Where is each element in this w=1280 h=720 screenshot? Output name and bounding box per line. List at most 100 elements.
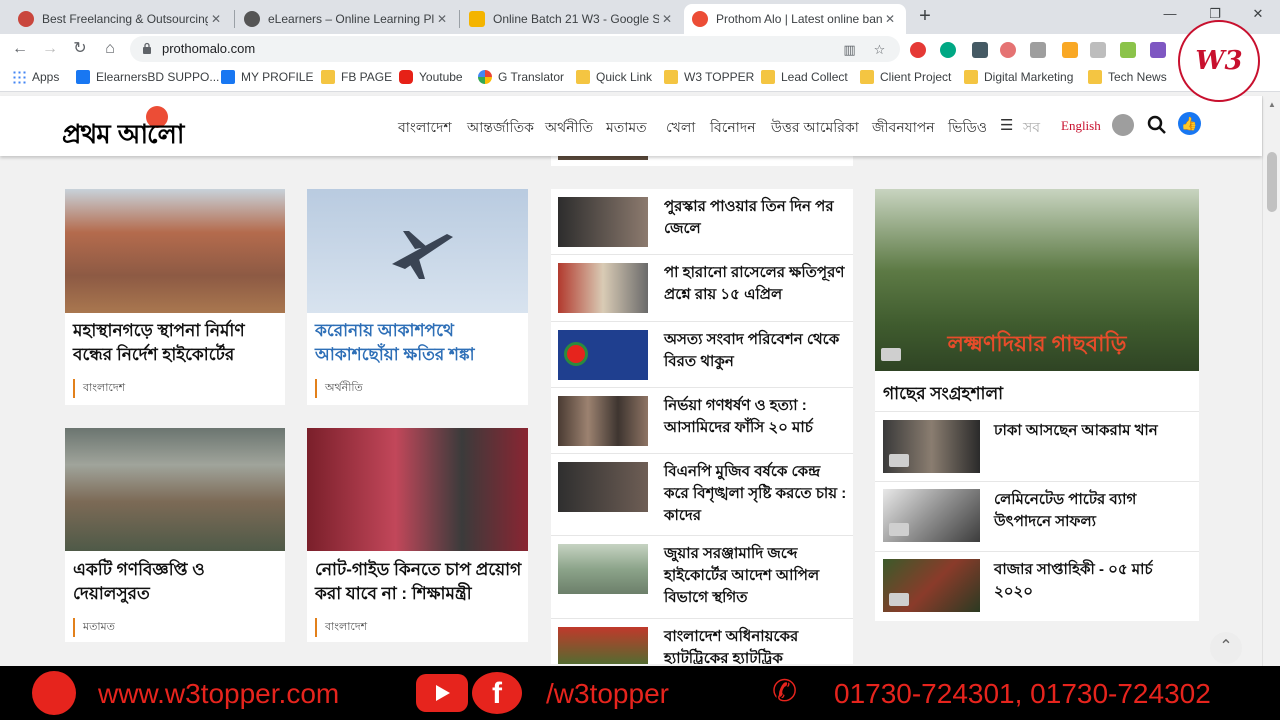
video-item-title[interactable]: লেমিনেটেড পাটের ব্যাগ উৎপাদনে সাফল্য [994, 489, 1189, 533]
browser-tab[interactable]: Online Batch 21 W3 - Google Sli ✕ [461, 4, 683, 34]
language-switch[interactable]: English [1061, 118, 1101, 134]
browser-tab-active[interactable]: Prothom Alo | Latest online bang ✕ [684, 4, 906, 34]
close-tab-icon[interactable]: ✕ [659, 12, 675, 26]
extension-icon[interactable] [940, 42, 956, 58]
facebook-icon: f [472, 672, 522, 714]
news-card[interactable]: নোট-গাইড কিনতে চাপ প্রয়োগ করা যাবে না :… [307, 428, 528, 642]
prothomalo-logo[interactable]: প্রথম আলো [62, 106, 247, 150]
bookmark-item[interactable]: G Translator [478, 70, 564, 84]
bookmark-item[interactable]: Tech News [1088, 70, 1167, 84]
nav-economy[interactable]: অর্থনীতি [545, 116, 593, 140]
bookmark-apps[interactable]: Apps [12, 70, 59, 84]
list-item-title[interactable]: জুয়ার সরঞ্জামাদি জব্দে হাইকোর্টের আদেশ … [664, 543, 849, 609]
home-icon[interactable]: ⌂ [100, 39, 120, 59]
extension-icon[interactable] [910, 42, 926, 58]
nav-international[interactable]: আন্তর্জাতিক [467, 116, 534, 140]
scrollbar-thumb[interactable] [1267, 152, 1277, 212]
bookmark-item[interactable]: Client Project [860, 70, 951, 84]
list-item[interactable]: বাংলাদেশ অধিনায়কের হ্যাটট্রিকের হ্যাটট্… [551, 619, 853, 664]
bookmark-label: W3 TOPPER [684, 70, 755, 84]
bookmark-item[interactable]: Lead Collect [761, 70, 848, 84]
list-item[interactable]: নির্ভয়া গণধর্ষণ ও হত্যা : আসামিদের ফাঁস… [551, 388, 853, 454]
bookmark-item[interactable]: Quick Link [576, 70, 652, 84]
extension-icon[interactable] [1062, 42, 1078, 58]
extension-icon[interactable] [972, 42, 988, 58]
extension-icon[interactable] [1120, 42, 1136, 58]
feature-title[interactable]: গাছের সংগ্রহশালা [883, 381, 1003, 409]
nav-bangladesh[interactable]: বাংলাদেশ [398, 116, 452, 140]
list-item-title[interactable]: বিএনপি মুজিব বর্ষকে কেন্দ্র করে বিশৃঙ্খল… [664, 461, 849, 527]
bookmark-item[interactable]: Youtube [399, 70, 463, 84]
video-list-item[interactable]: ঢাকা আসছেন আকরাম খান [875, 411, 1199, 481]
like-icon[interactable]: 👍 [1178, 112, 1201, 135]
hamburger-menu-icon[interactable]: ☰ [1000, 116, 1013, 134]
bookmark-item[interactable]: ElearnersBD SUPPO... [76, 70, 219, 84]
news-card[interactable]: করোনায় আকাশপথে আকাশছোঁয়া ক্ষতির শঙ্কা … [307, 189, 528, 405]
news-card[interactable]: মহাস্থানগড়ে স্থাপনা নির্মাণ বন্ধের নির্… [65, 189, 285, 405]
reload-icon[interactable]: ↻ [70, 39, 90, 59]
close-tab-icon[interactable]: ✕ [208, 12, 224, 26]
card-headline[interactable]: একটি গণবিজ্ঞপ্তি ও দেয়ালসুরত [73, 558, 278, 606]
back-to-top-button[interactable]: ⌃ [1210, 632, 1242, 664]
close-window-button[interactable]: ✕ [1248, 6, 1268, 22]
page-scrollbar[interactable]: ▲ [1262, 96, 1280, 666]
card-headline[interactable]: করোনায় আকাশপথে আকাশছোঁয়া ক্ষতির শঙ্কা [315, 319, 520, 367]
video-item-title[interactable]: বাজার সাপ্তাহিকী - ০৫ মার্চ ২০২০ [994, 559, 1189, 603]
list-item-title[interactable]: পুরস্কার পাওয়ার তিন দিন পর জেলে [664, 196, 849, 240]
extension-icon[interactable] [1150, 42, 1166, 58]
address-bar[interactable]: prothomalo.com ▥ ☆ [130, 36, 900, 62]
card-headline[interactable]: নোট-গাইড কিনতে চাপ প্রয়োগ করা যাবে না :… [315, 558, 525, 606]
scroll-up-arrow-icon[interactable]: ▲ [1268, 100, 1276, 109]
video-item-title[interactable]: ঢাকা আসছেন আকরাম খান [994, 420, 1189, 442]
nav-lifestyle[interactable]: জীবনযাপন [872, 116, 935, 140]
url-text: prothomalo.com [162, 41, 256, 56]
list-item-title[interactable]: বাংলাদেশ অধিনায়কের হ্যাটট্রিকের হ্যাটট্… [664, 626, 849, 664]
user-icon[interactable] [1112, 114, 1134, 136]
nav-north-america[interactable]: উত্তর আমেরিকা [771, 116, 859, 140]
list-item-title[interactable]: নির্ভয়া গণধর্ষণ ও হত্যা : আসামিদের ফাঁস… [664, 395, 849, 439]
bookmark-item[interactable]: MY PROFILE [221, 70, 313, 84]
lock-icon [143, 42, 151, 54]
bookmark-item[interactable]: Digital Marketing [964, 70, 1073, 84]
minimize-button[interactable]: — [1160, 6, 1180, 21]
nav-sports[interactable]: খেলা [666, 116, 695, 140]
translate-icon[interactable]: ▥ [842, 42, 857, 57]
card-category[interactable]: বাংলাদেশ [315, 618, 367, 637]
browser-tab[interactable]: Best Freelancing & Outsourcing ✕ [10, 4, 232, 34]
bookmark-item[interactable]: W3 TOPPER [664, 70, 754, 84]
extension-icon[interactable] [1000, 42, 1016, 58]
video-list-item[interactable]: লেমিনেটেড পাটের ব্যাগ উৎপাদনে সাফল্য [875, 481, 1199, 551]
video-list-item[interactable]: বাজার সাপ্তাহিকী - ০৫ মার্চ ২০২০ [875, 551, 1199, 621]
new-tab-button[interactable]: + [914, 6, 936, 28]
camera-extension-icon[interactable] [1030, 42, 1046, 58]
nav-entertainment[interactable]: বিনোদন [710, 116, 756, 140]
card-category[interactable]: বাংলাদেশ [73, 379, 125, 398]
folder-icon [321, 70, 335, 84]
menu-all-label[interactable]: সব [1023, 116, 1040, 140]
back-icon[interactable]: ← [10, 39, 30, 59]
close-tab-icon[interactable]: ✕ [882, 12, 898, 26]
list-item[interactable]: পুরস্কার পাওয়ার তিন দিন পর জেলে [551, 189, 853, 255]
list-item[interactable]: জুয়ার সরঞ্জামাদি জব্দে হাইকোর্টের আদেশ … [551, 536, 853, 619]
profile-avatar[interactable]: W3 [1178, 20, 1260, 102]
close-tab-icon[interactable]: ✕ [434, 12, 450, 26]
browser-tab[interactable]: eLearners – Online Learning Platf ✕ [236, 4, 458, 34]
nav-opinion[interactable]: মতামত [606, 116, 647, 140]
bookmark-item[interactable]: FB PAGE [321, 70, 392, 84]
list-item-title[interactable]: অসত্য সংবাদ পরিবেশন থেকে বিরত থাকুন [664, 329, 849, 373]
feature-video-thumbnail[interactable]: লক্ষ্মণদিয়ার গাছবাড়ি [875, 189, 1199, 371]
promo-banner: www.w3topper.com f /w3topper ✆ 01730-724… [0, 666, 1280, 720]
list-item[interactable]: পা হারানো রাসেলের ক্ষতিপূরণ প্রশ্নে রায়… [551, 255, 853, 322]
news-card[interactable]: একটি গণবিজ্ঞপ্তি ও দেয়ালসুরত মতামত [65, 428, 285, 642]
extension-icon[interactable] [1090, 42, 1106, 58]
search-icon[interactable] [1146, 114, 1168, 136]
bookmark-star-icon[interactable]: ☆ [872, 42, 887, 57]
forward-icon[interactable]: → [40, 39, 60, 59]
card-category[interactable]: অর্থনীতি [315, 379, 363, 398]
list-item[interactable]: অসত্য সংবাদ পরিবেশন থেকে বিরত থাকুন [551, 322, 853, 388]
nav-video[interactable]: ভিডিও [948, 116, 987, 140]
card-category[interactable]: মতামত [73, 618, 115, 637]
list-item-title[interactable]: পা হারানো রাসেলের ক্ষতিপূরণ প্রশ্নে রায়… [664, 262, 849, 306]
list-item[interactable]: বিএনপি মুজিব বর্ষকে কেন্দ্র করে বিশৃঙ্খল… [551, 454, 853, 536]
card-headline[interactable]: মহাস্থানগড়ে স্থাপনা নির্মাণ বন্ধের নির্… [73, 319, 278, 367]
